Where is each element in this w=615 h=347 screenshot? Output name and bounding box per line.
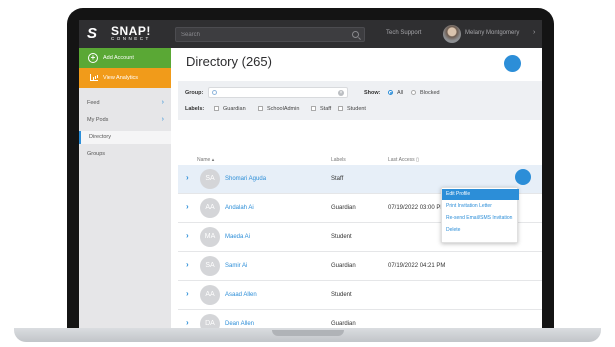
tech-support-link[interactable]: Tech Support <box>386 30 421 36</box>
row-settings-gear-icon[interactable] <box>515 169 531 185</box>
schooladmin-checkbox-label: SchoolAdmin <box>267 106 300 112</box>
expand-chevron-icon[interactable]: › <box>186 231 189 240</box>
top-bar: S SNAP! CONNECT Tech Support Melany Mont… <box>79 20 542 48</box>
avatar: SA <box>200 256 220 276</box>
user-name-link[interactable]: Asaad Allen <box>225 292 257 298</box>
user-name-link[interactable]: Maeda Ai <box>225 234 250 240</box>
plus-icon: + <box>88 53 98 63</box>
filter-panel: Group: × Show: All Blocked Labels: Guard… <box>178 81 542 120</box>
row-context-menu: Edit Profile Print Invitation Letter Re-… <box>441 187 519 243</box>
expand-chevron-icon[interactable]: › <box>186 173 189 182</box>
show-blocked-label: Blocked <box>420 90 440 96</box>
user-label: Guardian <box>331 205 356 211</box>
student-checkbox-label: Student <box>347 106 366 112</box>
user-label: Guardian <box>331 263 356 269</box>
print-invitation-menu-item[interactable]: Print Invitation Letter <box>442 201 519 212</box>
expand-chevron-icon[interactable]: › <box>186 260 189 269</box>
search-icon <box>212 90 217 95</box>
chevron-right-icon: › <box>161 116 164 123</box>
last-access: 07/19/2022 04:21 PM <box>388 263 446 269</box>
sidebar-item-my-pods[interactable]: My Pods › <box>79 114 171 127</box>
show-all-label: All <box>397 90 404 96</box>
user-name-link[interactable]: Dean Allen <box>225 321 254 327</box>
add-account-button[interactable]: + Add Account <box>79 48 171 68</box>
page-title: Directory (265) <box>186 54 272 69</box>
group-filter-input[interactable]: × <box>208 87 348 98</box>
search-icon[interactable] <box>352 31 359 38</box>
user-label: Student <box>331 292 352 298</box>
search-input[interactable] <box>181 30 346 40</box>
user-name[interactable]: Melany Montgomery <box>465 30 519 36</box>
resend-invitation-menu-item[interactable]: Re-send Email/SMS Invitation <box>442 213 519 224</box>
user-menu-chevron-icon[interactable]: › <box>533 29 535 36</box>
show-all-radio[interactable] <box>388 90 393 95</box>
logo-subtext: CONNECT <box>111 36 151 41</box>
laptop-notch <box>272 330 344 336</box>
avatar: AA <box>200 285 220 305</box>
student-checkbox[interactable] <box>338 106 343 111</box>
user-name-link[interactable]: Andalah Ai <box>225 205 254 211</box>
logo-mark-icon: S <box>87 25 98 42</box>
table-row[interactable]: › DA Dean Allen Guardian <box>178 310 542 328</box>
show-filter-label: Show: <box>364 90 381 96</box>
avatar: AA <box>200 198 220 218</box>
sidebar-item-label: Groups <box>87 151 106 157</box>
search-box <box>175 27 365 42</box>
column-header-labels: Labels <box>331 157 346 163</box>
sidebar-item-feed[interactable]: Feed › <box>79 97 171 110</box>
expand-chevron-icon[interactable]: › <box>186 318 189 327</box>
chevron-right-icon: › <box>161 99 164 106</box>
bar-chart-icon <box>90 74 98 81</box>
sidebar-item-groups[interactable]: Groups <box>79 148 171 161</box>
sidebar-item-label: Directory <box>89 134 112 140</box>
sidebar-item-label: My Pods <box>87 117 109 123</box>
user-avatar[interactable] <box>443 25 461 43</box>
user-name-link[interactable]: Shomari Aguda <box>225 176 266 182</box>
table-row[interactable]: › AA Asaad Allen Student <box>178 281 542 310</box>
sidebar-item-label: Feed <box>87 100 100 106</box>
user-name-link[interactable]: Samir Ai <box>225 263 247 269</box>
user-label: Guardian <box>331 321 356 327</box>
expand-chevron-icon[interactable]: › <box>186 289 189 298</box>
clear-icon[interactable]: × <box>338 90 344 96</box>
column-header-last-access[interactable]: Last Access ▯ <box>388 157 419 163</box>
staff-checkbox-label: Staff <box>320 106 332 112</box>
labels-filter-label: Labels: <box>185 106 205 112</box>
view-analytics-label: View Analytics <box>103 75 139 81</box>
guardian-checkbox[interactable] <box>214 106 219 111</box>
schooladmin-checkbox[interactable] <box>258 106 263 111</box>
staff-checkbox[interactable] <box>311 106 316 111</box>
app-logo[interactable]: S SNAP! CONNECT <box>87 25 167 43</box>
avatar: DA <box>200 314 220 328</box>
guardian-checkbox-label: Guardian <box>223 106 246 112</box>
avatar: SA <box>200 169 220 189</box>
app-screen: S SNAP! CONNECT Tech Support Melany Mont… <box>79 20 542 328</box>
group-filter-label: Group: <box>185 90 204 96</box>
sidebar-item-directory[interactable]: Directory <box>79 131 171 144</box>
sidebar: + Add Account View Analytics Feed › My P… <box>79 48 171 328</box>
user-label: Staff <box>331 176 344 182</box>
view-analytics-button[interactable]: View Analytics <box>79 68 171 88</box>
column-header-name[interactable]: Name ▴ <box>197 157 214 163</box>
user-label: Student <box>331 234 352 240</box>
show-blocked-radio[interactable] <box>411 90 416 95</box>
expand-chevron-icon[interactable]: › <box>186 202 189 211</box>
last-access: 07/19/2022 03:00 PM <box>388 205 446 211</box>
avatar: MA <box>200 227 220 247</box>
delete-menu-item[interactable]: Delete <box>442 225 519 236</box>
settings-gear-icon[interactable] <box>504 55 521 72</box>
edit-profile-menu-item[interactable]: Edit Profile <box>442 189 519 200</box>
add-account-label: Add Account <box>103 55 134 61</box>
table-row[interactable]: › SA Samir Ai Guardian 07/19/2022 04:21 … <box>178 252 542 281</box>
